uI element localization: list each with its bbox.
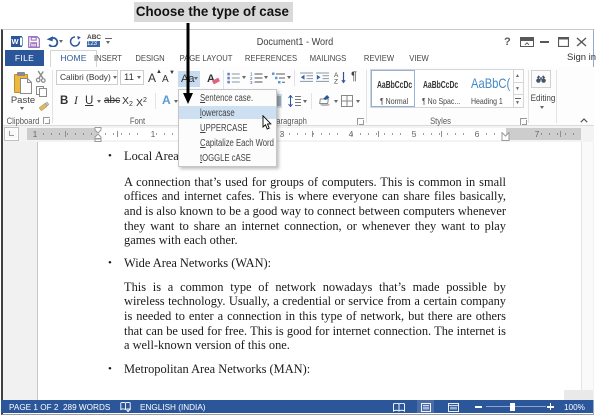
svg-text:3: 3: [250, 80, 253, 84]
svg-text:Z: Z: [334, 79, 338, 85]
